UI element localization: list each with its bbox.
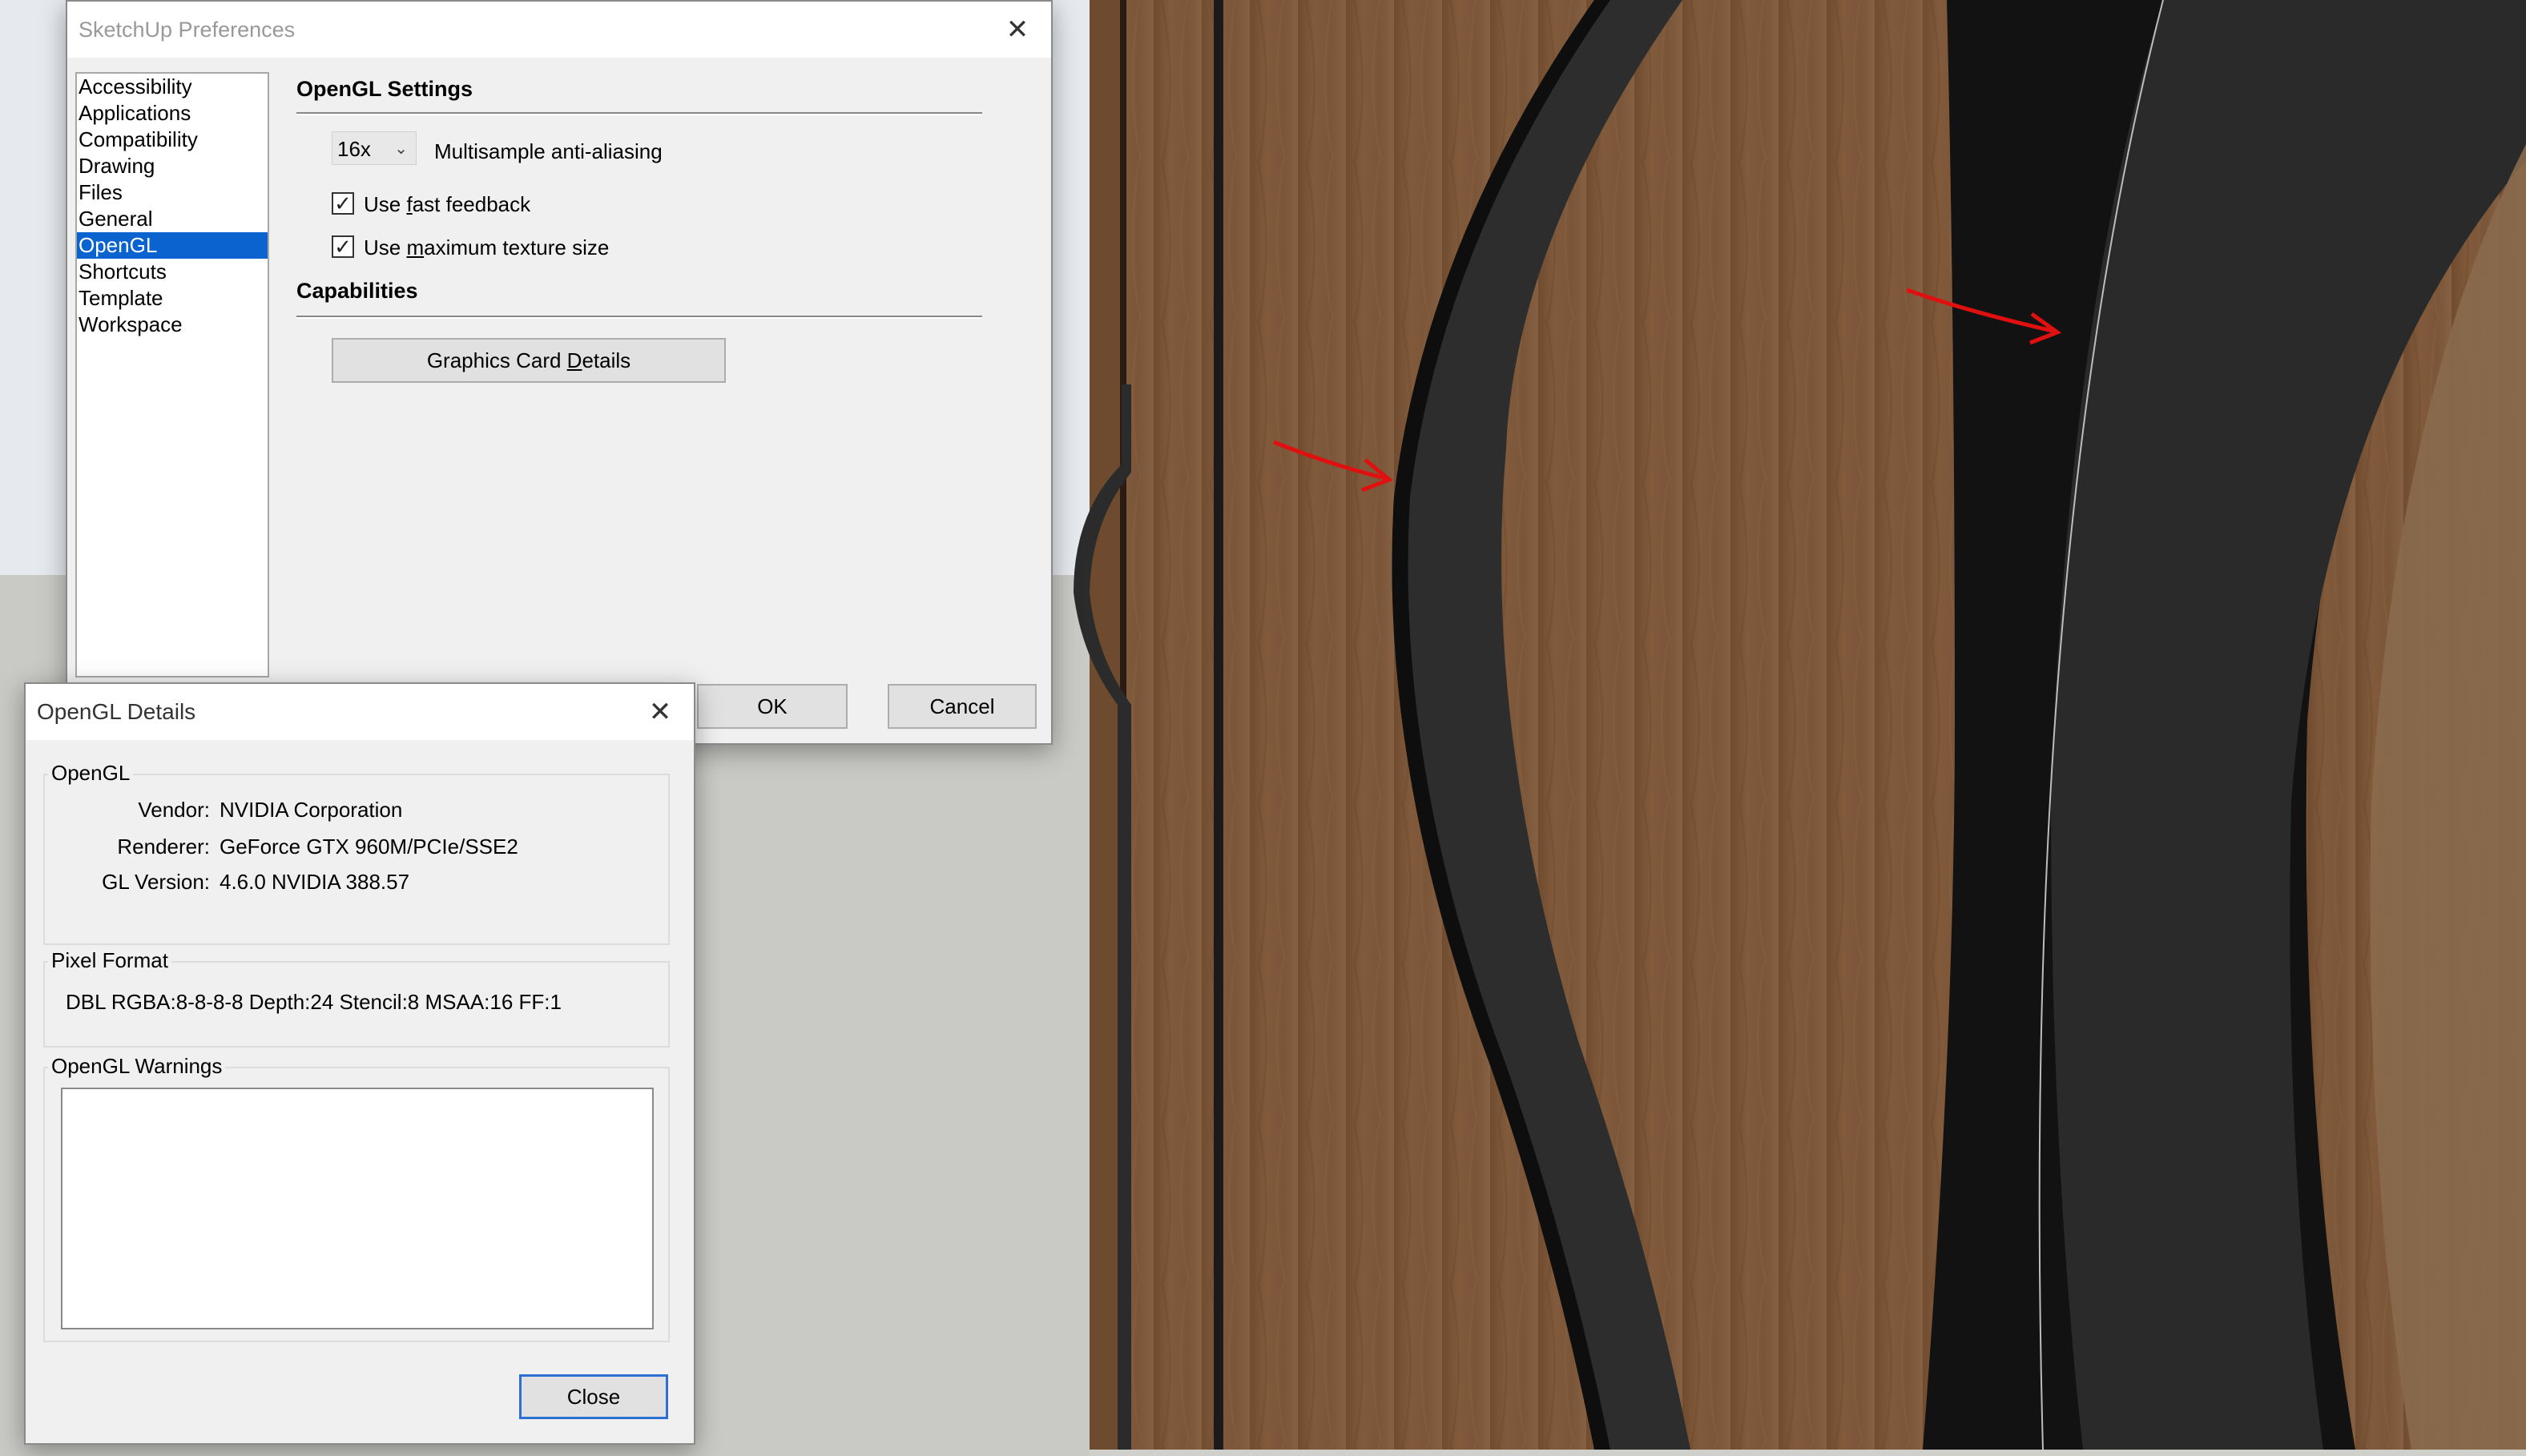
opengl-warnings-label: OpenGL Warnings — [48, 1054, 226, 1079]
renderer-key: Renderer: — [117, 835, 210, 859]
vendor-value: NVIDIA Corporation — [220, 798, 403, 822]
category-general[interactable]: General — [77, 206, 268, 232]
preferences-window: SketchUp Preferences ✕ Accessibility App… — [66, 0, 1053, 745]
fast-feedback-label[interactable]: Use fast feedback — [364, 192, 530, 217]
opengl-details-window: OpenGL Details ✕ OpenGL Vendor: NVIDIA C… — [24, 682, 695, 1445]
msaa-label: Multisample anti-aliasing — [434, 139, 663, 163]
opengl-group-label: OpenGL — [48, 761, 134, 786]
preferences-category-list[interactable]: Accessibility Applications Compatibility… — [75, 72, 269, 678]
checkmark-icon: ✓ — [334, 191, 352, 215]
fast-feedback-checkbox[interactable]: ✓ — [332, 192, 354, 215]
graphics-card-details-button[interactable]: Graphics Card Details — [332, 338, 726, 383]
close-icon[interactable]: ✕ — [1000, 12, 1035, 47]
preferences-title: SketchUp Preferences — [79, 18, 296, 42]
section-divider — [296, 316, 982, 319]
msaa-select[interactable]: 16x ⌄ — [332, 131, 417, 165]
opengl-warnings-textbox[interactable] — [61, 1088, 654, 1329]
category-shortcuts[interactable]: Shortcuts — [77, 259, 268, 285]
gl-version-key: GL Version: — [102, 870, 210, 894]
pixel-format-label: Pixel Format — [48, 948, 171, 973]
category-applications[interactable]: Applications — [77, 100, 268, 127]
chevron-down-icon: ⌄ — [394, 140, 408, 158]
category-accessibility[interactable]: Accessibility — [77, 74, 268, 100]
max-texture-label[interactable]: Use maximum texture size — [364, 235, 609, 260]
cancel-button[interactable]: Cancel — [888, 684, 1037, 729]
opengl-settings-heading: OpenGL Settings — [296, 77, 473, 101]
renderer-value: GeForce GTX 960M/PCIe/SSE2 — [220, 835, 518, 859]
vendor-key: Vendor: — [138, 798, 210, 822]
preferences-titlebar[interactable]: SketchUp Preferences ✕ — [67, 2, 1051, 58]
pixel-format-value: DBL RGBA:8-8-8-8 Depth:24 Stencil:8 MSAA… — [66, 990, 562, 1014]
max-texture-checkbox[interactable]: ✓ — [332, 235, 354, 258]
gl-version-value: 4.6.0 NVIDIA 388.57 — [220, 870, 410, 894]
close-button[interactable]: Close — [519, 1374, 668, 1419]
msaa-select-value: 16x — [337, 137, 371, 161]
category-workspace[interactable]: Workspace — [77, 312, 268, 338]
category-files[interactable]: Files — [77, 179, 268, 206]
checkmark-icon: ✓ — [334, 235, 352, 259]
close-icon[interactable]: ✕ — [643, 694, 678, 730]
category-opengl[interactable]: OpenGL — [77, 232, 268, 259]
category-drawing[interactable]: Drawing — [77, 153, 268, 179]
capabilities-heading: Capabilities — [296, 279, 418, 303]
opengl-details-titlebar[interactable]: OpenGL Details ✕ — [26, 684, 694, 740]
section-divider — [296, 112, 982, 115]
opengl-details-title: OpenGL Details — [37, 699, 196, 724]
category-compatibility[interactable]: Compatibility — [77, 127, 268, 153]
category-template[interactable]: Template — [77, 285, 268, 312]
ok-button[interactable]: OK — [697, 684, 848, 729]
